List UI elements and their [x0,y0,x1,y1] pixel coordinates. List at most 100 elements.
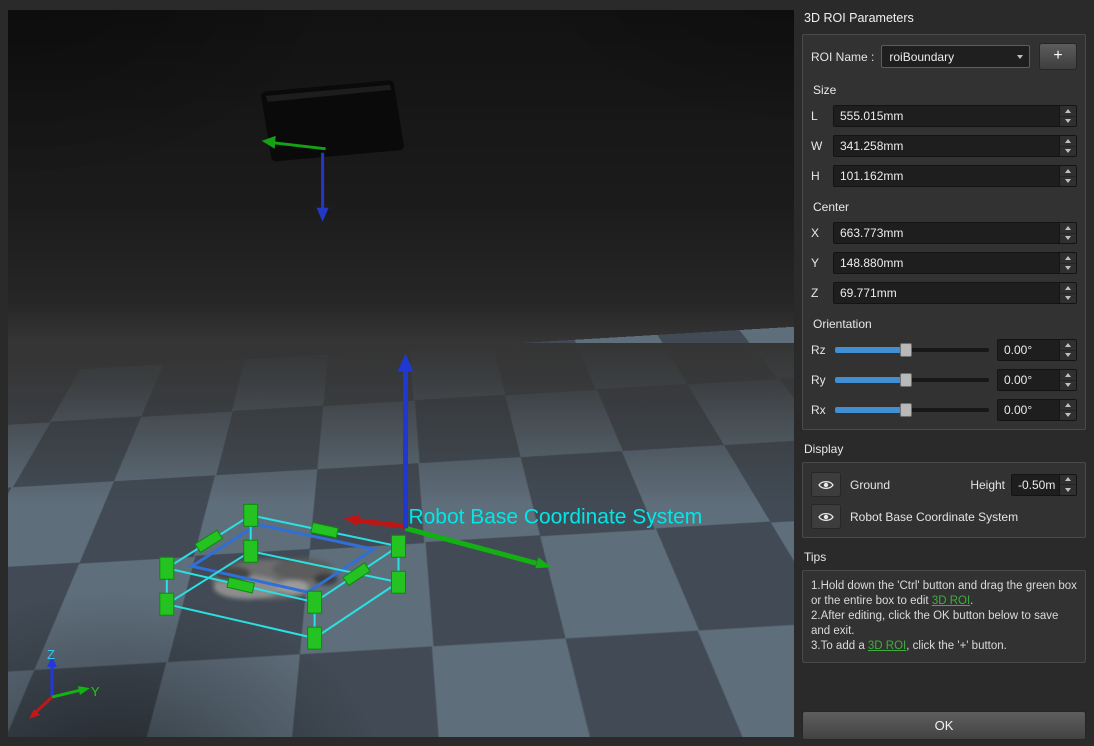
spin-buttons [1059,166,1076,186]
spin-buttons [1059,340,1076,360]
ground-height-spinbox[interactable]: -0.50m [1011,474,1077,496]
size-l-value[interactable]: 555.015mm [834,106,1059,126]
spin-up-button[interactable] [1060,400,1076,410]
spin-up-button[interactable] [1060,475,1076,485]
spin-down-button[interactable] [1060,263,1076,274]
spin-up-button[interactable] [1060,283,1076,293]
size-row-h: H 101.162mm [811,165,1077,187]
tool-z-axis-arrow [317,208,329,222]
rz-value[interactable]: 0.00° [998,340,1059,360]
ground-label: Ground [850,478,890,492]
spin-up-button[interactable] [1060,136,1076,146]
spin-buttons [1059,223,1076,243]
roi-name-value: roiBoundary [889,50,1011,64]
center-y-label: Y [811,256,833,270]
rx-slider[interactable] [835,401,989,419]
center-z-label: Z [811,286,833,300]
size-l-label: L [811,109,833,123]
spin-up-button[interactable] [1060,253,1076,263]
spin-down-button[interactable] [1060,380,1076,391]
3d-viewport[interactable]: Robot Base Coordinate System [8,10,794,737]
size-l-spinbox[interactable]: 555.015mm [833,105,1077,127]
roi-name-label: ROI Name : [811,50,874,64]
ry-slider-handle[interactable] [900,373,912,387]
center-y-spinbox[interactable]: 148.880mm [833,252,1077,274]
center-row-x: X 663.773mm [811,222,1077,244]
3d-roi-link[interactable]: 3D ROI [932,595,970,607]
center-x-label: X [811,226,833,240]
size-w-value[interactable]: 341.258mm [834,136,1059,156]
rx-spinbox[interactable]: 0.00° [997,399,1077,421]
spin-down-button[interactable] [1060,410,1076,421]
size-w-spinbox[interactable]: 341.258mm [833,135,1077,157]
ground-display-row: Ground Height -0.50m [811,472,1077,497]
rbcs-display-row: Robot Base Coordinate System [811,504,1077,529]
spin-up-button[interactable] [1060,223,1076,233]
tip-3: 3.To add a 3D ROI, click the '+' button. [811,639,1077,654]
size-h-spinbox[interactable]: 101.162mm [833,165,1077,187]
spin-buttons [1059,370,1076,390]
center-y-value[interactable]: 148.880mm [834,253,1059,273]
spin-down-button[interactable] [1060,350,1076,361]
spin-buttons [1059,400,1076,420]
center-z-value[interactable]: 69.771mm [834,283,1059,303]
add-roi-button[interactable]: + [1039,43,1077,70]
size-h-label: H [811,169,833,183]
spin-down-button[interactable] [1060,233,1076,244]
rx-slider-handle[interactable] [900,403,912,417]
center-section-title: Center [813,200,1075,214]
spin-up-button[interactable] [1060,166,1076,176]
orientation-gizmo: Z Y [29,647,100,719]
spin-down-button[interactable] [1060,293,1076,304]
base-z-axis-arrow [398,354,414,372]
orientation-row-ry: Ry 0.00° [811,369,1077,391]
gizmo-y-arrow [78,686,90,695]
size-h-value[interactable]: 101.162mm [834,166,1059,186]
rbcs-visibility-button[interactable] [811,504,841,529]
base-x-axis-arrow [344,514,360,526]
robot-base-axes [344,354,552,569]
size-section-title: Size [813,83,1075,97]
ground-height-value[interactable]: -0.50m [1012,475,1059,495]
roi-name-dropdown[interactable]: roiBoundary [881,45,1030,68]
orientation-row-rx: Rx 0.00° [811,399,1077,421]
eye-icon [818,511,834,523]
spin-down-button[interactable] [1060,176,1076,187]
spin-down-button[interactable] [1060,116,1076,127]
center-z-spinbox[interactable]: 69.771mm [833,282,1077,304]
ry-label: Ry [811,373,835,387]
spin-down-button[interactable] [1060,484,1076,495]
spin-buttons [1059,253,1076,273]
center-x-value[interactable]: 663.773mm [834,223,1059,243]
ry-slider[interactable] [835,371,989,389]
size-row-l: L 555.015mm [811,105,1077,127]
spin-up-button[interactable] [1060,340,1076,350]
spin-buttons [1059,475,1076,495]
rz-slider[interactable] [835,341,989,359]
ry-spinbox[interactable]: 0.00° [997,369,1077,391]
rz-slider-handle[interactable] [900,343,912,357]
spin-up-button[interactable] [1060,370,1076,380]
eye-icon [818,479,834,491]
robot-base-coordinate-system-label: Robot Base Coordinate System [408,505,702,528]
tip-1: 1.Hold down the 'Ctrl' button and drag t… [811,579,1077,609]
roi-name-row: ROI Name : roiBoundary + [811,43,1077,70]
center-row-z: Z 69.771mm [811,282,1077,304]
spin-up-button[interactable] [1060,106,1076,116]
scene-overlay: Robot Base Coordinate System [8,10,794,737]
ry-value[interactable]: 0.00° [998,370,1059,390]
rbcs-display-label: Robot Base Coordinate System [850,510,1018,524]
ok-button[interactable]: OK [802,711,1086,740]
rz-spinbox[interactable]: 0.00° [997,339,1077,361]
spin-down-button[interactable] [1060,146,1076,157]
orientation-section-title: Orientation [813,317,1075,331]
ground-visibility-button[interactable] [811,472,841,497]
spin-buttons [1059,106,1076,126]
rx-value[interactable]: 0.00° [998,400,1059,420]
center-row-y: Y 148.880mm [811,252,1077,274]
center-x-spinbox[interactable]: 663.773mm [833,222,1077,244]
size-w-label: W [811,139,833,153]
3d-roi-link[interactable]: 3D ROI [868,640,906,652]
rx-label: Rx [811,403,835,417]
parameters-groupbox: ROI Name : roiBoundary + Size L 555.015m… [802,34,1086,430]
